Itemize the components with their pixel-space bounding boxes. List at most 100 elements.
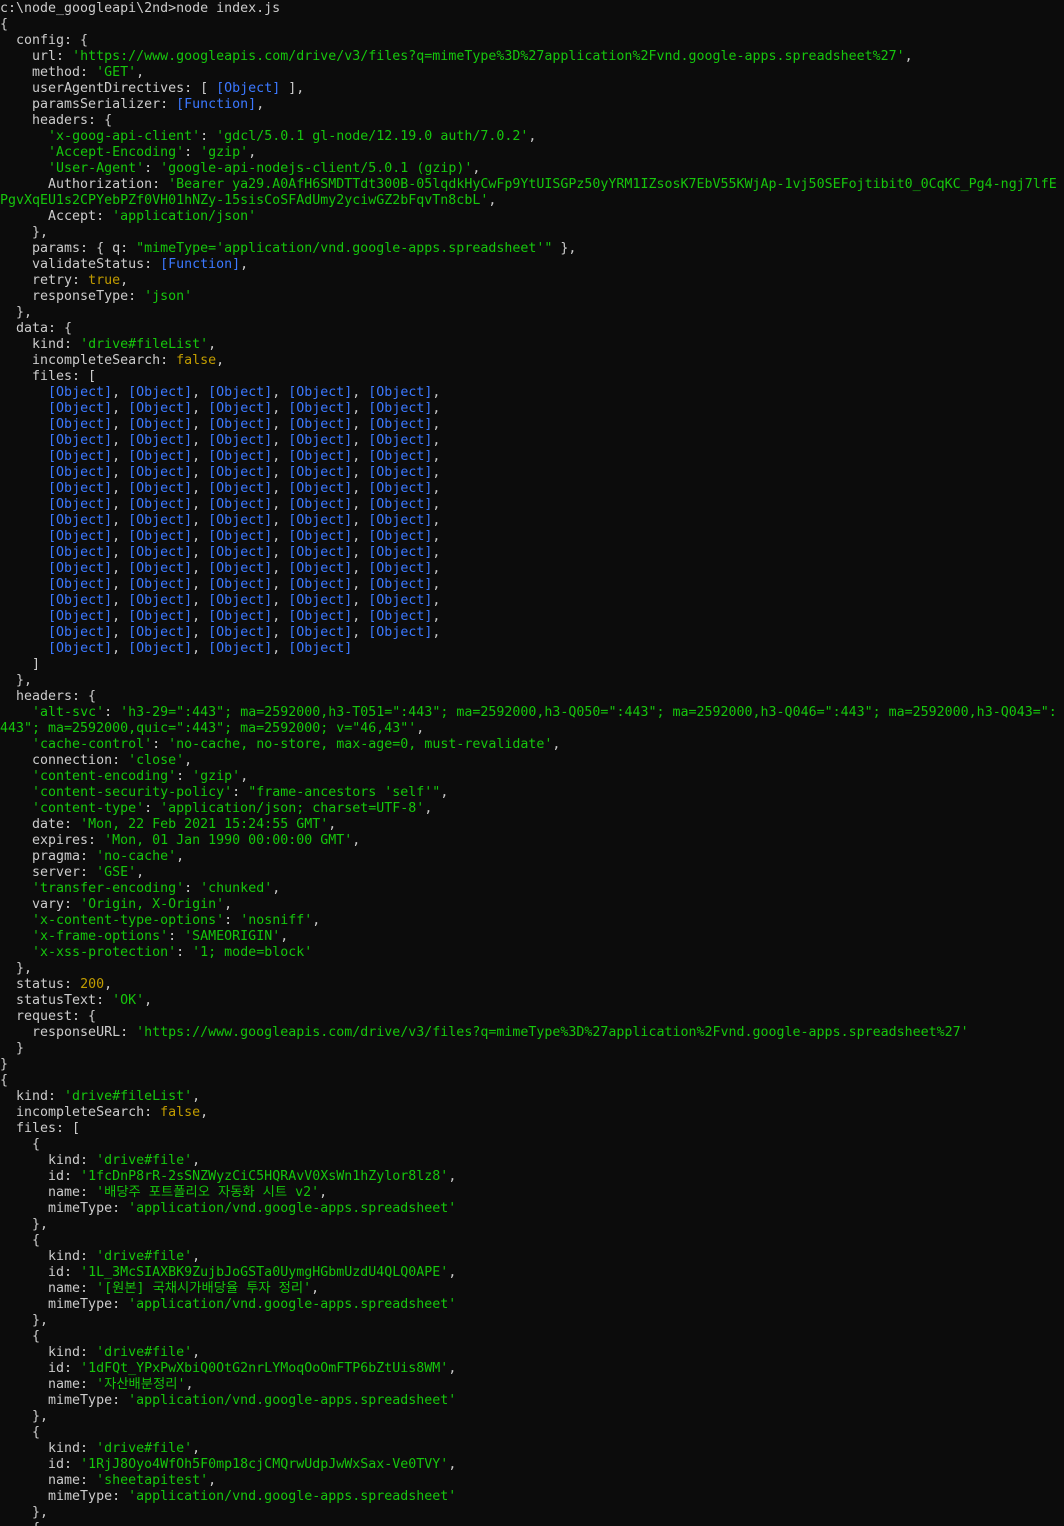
terminal-text: config: { <box>0 33 89 48</box>
terminal-text: { <box>0 1425 41 1440</box>
terminal-line: [Object], [Object], [Object], [Object], … <box>0 561 1064 577</box>
terminal-text: , <box>176 849 185 864</box>
terminal-line: url: 'https://www.googleapis.com/drive/v… <box>0 49 1064 65</box>
terminal-line: kind: 'drive#file', <box>0 1441 1064 1457</box>
terminal-text: [Object] <box>48 609 113 624</box>
terminal-text: [Function] <box>160 257 241 272</box>
terminal-text: connection: <box>0 753 129 768</box>
terminal-text: [Object] <box>128 561 193 576</box>
terminal-text: }, <box>0 1409 49 1424</box>
terminal-text: [Object] <box>288 433 353 448</box>
terminal-text: method: <box>0 65 97 80</box>
terminal-text: , <box>272 513 289 528</box>
terminal-text: 'application/vnd.google-apps.spreadsheet… <box>128 1393 457 1408</box>
terminal-text: [Object] <box>128 497 193 512</box>
terminal-text: }, <box>0 305 33 320</box>
terminal-text: [Object] <box>368 577 433 592</box>
terminal-text: 'gzip' <box>192 769 241 784</box>
terminal-text: [Object] <box>368 385 433 400</box>
terminal-text: [Object] <box>288 481 353 496</box>
terminal-text: , <box>192 1089 201 1104</box>
terminal-line: validateStatus: [Function], <box>0 257 1064 273</box>
terminal-text: [Object] <box>368 449 433 464</box>
terminal-text: , <box>208 337 217 352</box>
terminal-text: 'drive#file' <box>96 1345 193 1360</box>
terminal-line: responseURL: 'https://www.googleapis.com… <box>0 1025 1064 1041</box>
terminal-text: [Object] <box>48 465 113 480</box>
terminal-text: { <box>0 1073 9 1088</box>
terminal-text: 'Mon, 22 Feb 2021 15:24:55 GMT' <box>80 817 329 832</box>
terminal-text: [Object] <box>288 385 353 400</box>
terminal-text: 'content-encoding' <box>32 769 177 784</box>
terminal-text: { <box>0 1521 40 1526</box>
terminal-text: 'alt-svc' <box>32 705 105 720</box>
terminal-text: , <box>192 481 209 496</box>
terminal-line: params: { q: "mimeType='application/vnd.… <box>0 241 1064 257</box>
terminal-line: mimeType: 'application/vnd.google-apps.s… <box>0 1201 1064 1217</box>
terminal-line: files: [ <box>0 369 1064 385</box>
terminal-text: ] <box>0 657 41 672</box>
terminal-text: expires: <box>0 833 105 848</box>
terminal-text: 'gdcl/5.0.1 gl-node/12.19.0 auth/7.0.2' <box>216 129 529 144</box>
terminal-line: [Object], [Object], [Object], [Object] <box>0 641 1064 657</box>
terminal-text: kind: <box>0 1089 65 1104</box>
terminal-text: , <box>904 49 913 64</box>
terminal-text: [Object] <box>128 401 193 416</box>
terminal-text: 'sheetapitest' <box>96 1473 209 1488</box>
terminal-text: 'drive#file' <box>96 1153 193 1168</box>
terminal-text: , <box>432 529 441 544</box>
terminal-text: , <box>112 593 129 608</box>
terminal-text: id: <box>0 1361 81 1376</box>
terminal-line: incompleteSearch: false, <box>0 353 1064 369</box>
terminal-text: [Object] <box>208 641 273 656</box>
terminal-text: "mimeType='application/vnd.google-apps.s… <box>136 241 553 256</box>
terminal-line: kind: 'drive#fileList', <box>0 337 1064 353</box>
terminal-text: , <box>272 529 289 544</box>
terminal-text: [Object] <box>48 593 113 608</box>
terminal-text: [Object] <box>288 625 353 640</box>
terminal-text: , <box>319 1185 328 1200</box>
terminal-text: [Object] <box>208 497 273 512</box>
terminal-text: mimeType: <box>0 1297 129 1312</box>
terminal-text: [Object] <box>368 417 433 432</box>
terminal-line: [Object], [Object], [Object], [Object], … <box>0 545 1064 561</box>
terminal-line: id: '1dFQt_YPxPwXbiQ0OtG2nrLYMoqOoOmFTP6… <box>0 1361 1064 1377</box>
terminal-text: , <box>112 529 129 544</box>
terminal-text: [Object] <box>368 433 433 448</box>
terminal-text: [Object] <box>208 433 273 448</box>
terminal-text: kind: <box>0 337 81 352</box>
terminal-text: [Object] <box>368 625 433 640</box>
terminal-line: 'x-content-type-options': 'nosniff', <box>0 913 1064 929</box>
terminal-text: [Object] <box>48 641 113 656</box>
terminal-text: , <box>208 1473 217 1488</box>
terminal-text: Authorization: <box>0 177 169 192</box>
terminal-text: [Object] <box>368 513 433 528</box>
terminal-text: [Object] <box>368 561 433 576</box>
terminal-text: statusText: <box>0 993 113 1008</box>
terminal-text: 'application/vnd.google-apps.spreadsheet… <box>128 1297 457 1312</box>
terminal-text: false <box>176 353 217 368</box>
terminal-line: [Object], [Object], [Object], [Object], … <box>0 497 1064 513</box>
terminal-text: 'cache-control' <box>32 737 153 752</box>
terminal-text: , <box>472 161 481 176</box>
terminal-text: , <box>272 417 289 432</box>
terminal-line: c:\node_googleapi\2nd>node index.js <box>0 1 1064 17</box>
terminal-line: [Object], [Object], [Object], [Object], … <box>0 401 1064 417</box>
terminal-line: { <box>0 1329 1064 1345</box>
terminal-text: responseType: <box>0 289 145 304</box>
terminal-text: { <box>0 1329 41 1344</box>
terminal-line: [Object], [Object], [Object], [Object], … <box>0 481 1064 497</box>
terminal-text: params: { q: <box>0 241 137 256</box>
terminal-text: , <box>272 625 289 640</box>
terminal-text: 'transfer-encoding' <box>32 881 185 896</box>
terminal-text: kind: <box>0 1249 97 1264</box>
terminal-text: , <box>432 545 441 560</box>
terminal-text: 'Bearer ya29.A0AfH6SMDTTdt300B-05lqdkHyC… <box>168 177 1057 192</box>
terminal-text: , <box>256 97 265 112</box>
